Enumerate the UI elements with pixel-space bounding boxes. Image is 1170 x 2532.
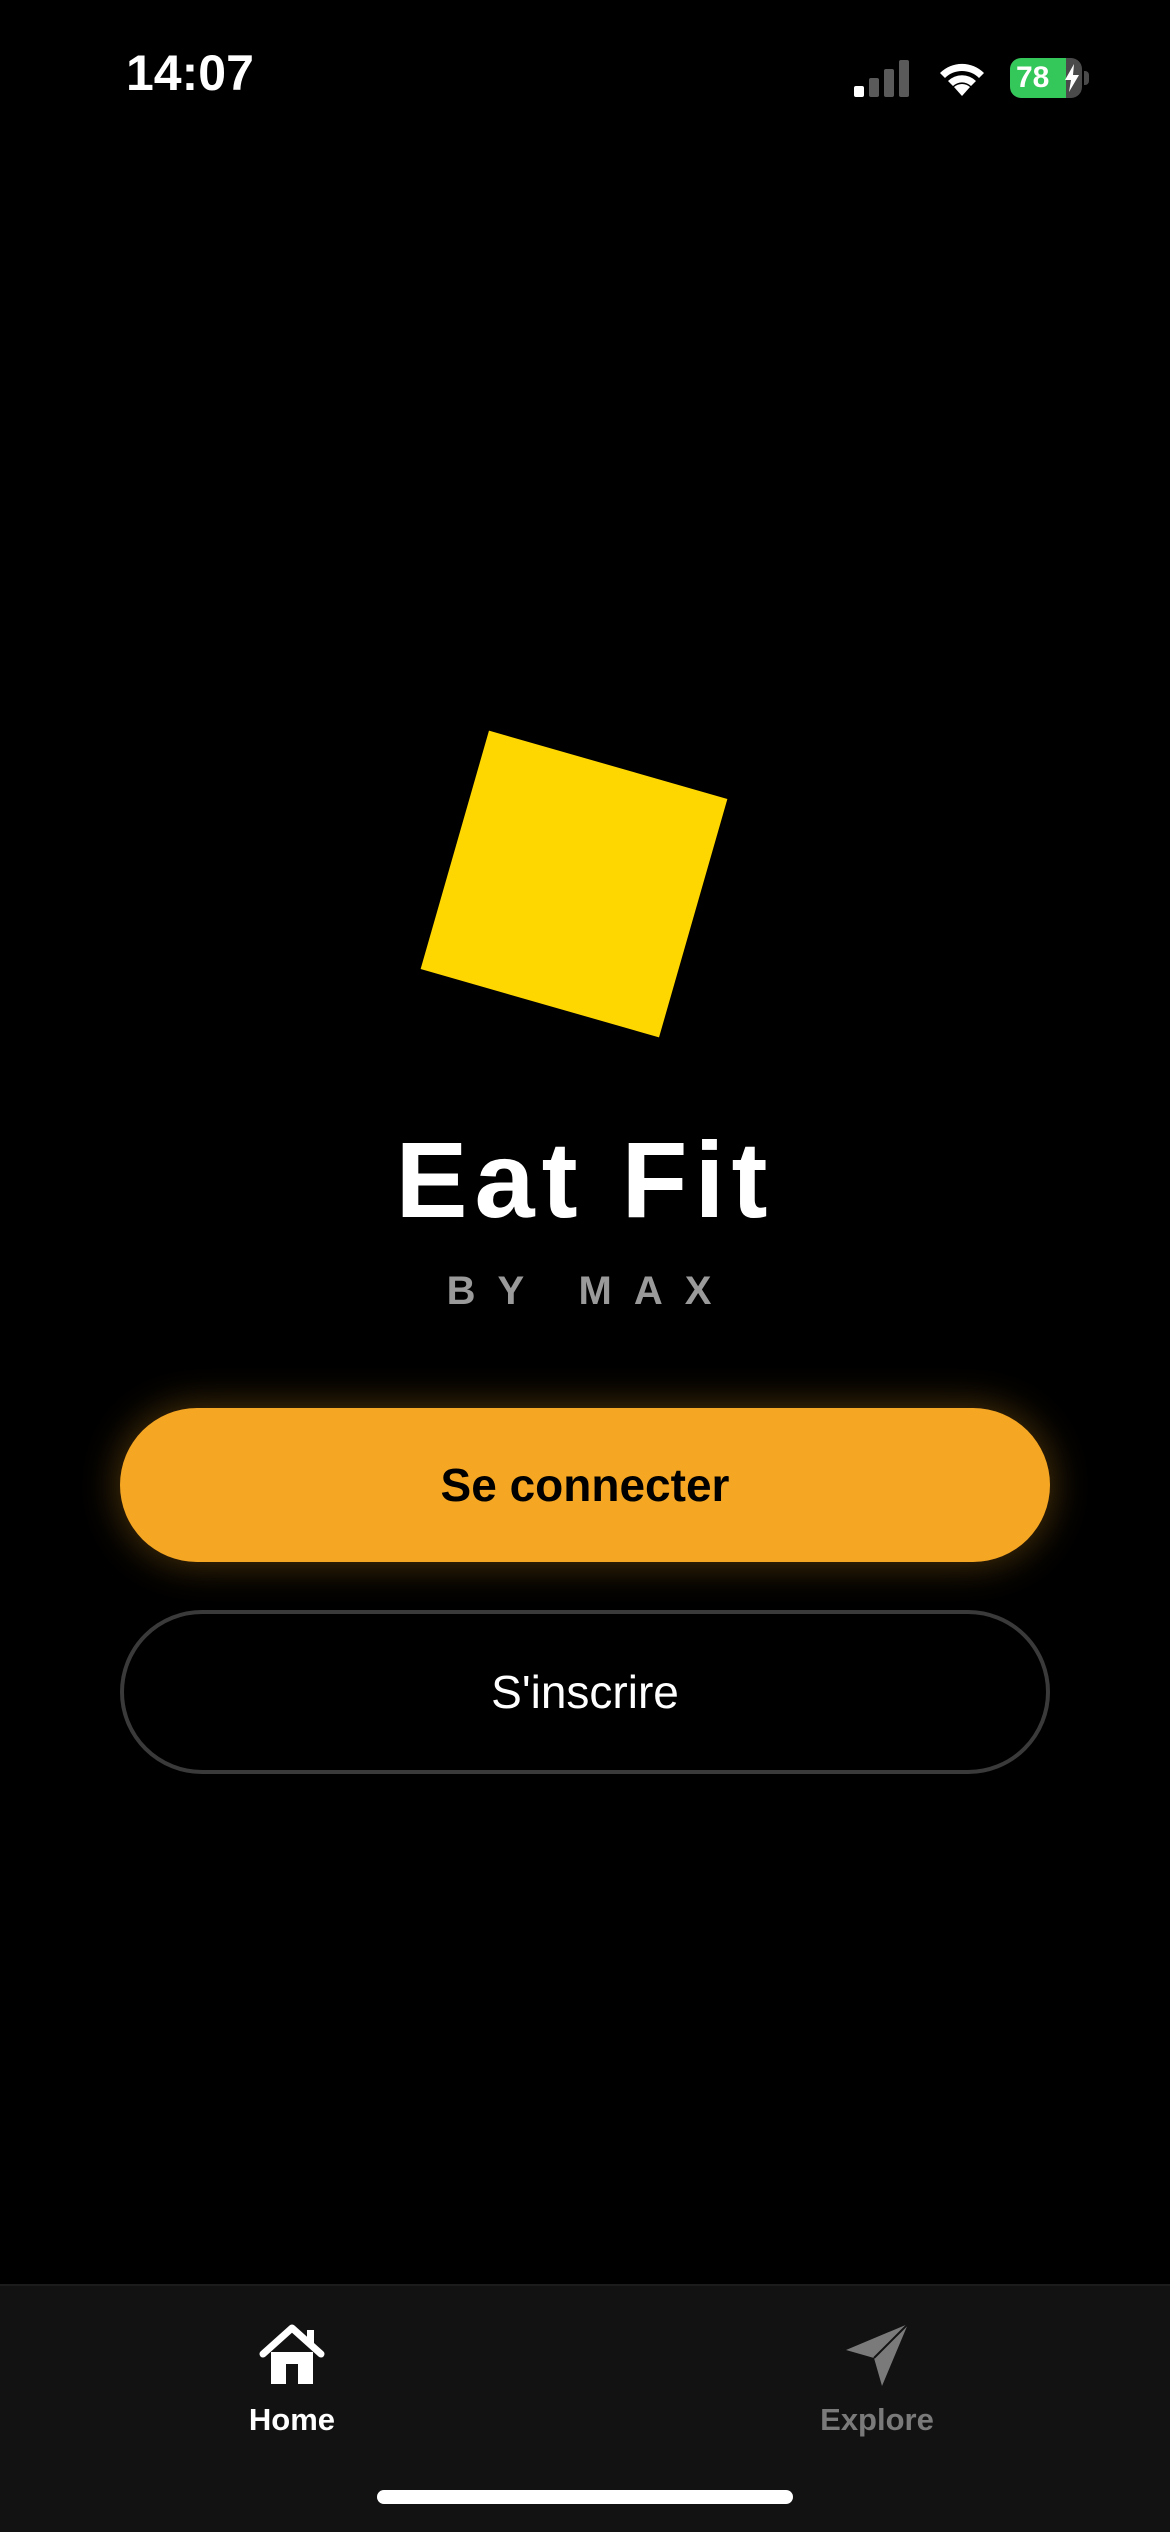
tab-home[interactable]: Home: [142, 2306, 442, 2446]
app-logo: [420, 730, 728, 1038]
signup-button[interactable]: S'inscrire: [120, 1610, 1050, 1774]
wifi-icon: [940, 63, 984, 96]
battery-indicator: 78: [1010, 58, 1089, 98]
charging-bolt-icon: [1065, 64, 1079, 92]
cellular-signal-icon: [854, 60, 909, 97]
home-icon: [259, 2324, 325, 2384]
home-indicator: [377, 2490, 793, 2504]
status-bar: 14:07 78: [0, 0, 1170, 150]
paper-plane-icon: [846, 2323, 909, 2386]
app-subtitle: BY MAX: [446, 1269, 734, 1313]
login-button[interactable]: Se connecter: [120, 1408, 1050, 1562]
tab-home-label: Home: [248, 2402, 336, 2437]
battery-level: 78: [1016, 61, 1050, 94]
status-time: 14:07: [126, 45, 254, 101]
tab-explore[interactable]: Explore: [727, 2306, 1027, 2446]
status-icons: 78: [850, 56, 1090, 100]
tab-explore-label: Explore: [820, 2402, 934, 2437]
app-title: Eat Fit: [395, 1119, 775, 1240]
